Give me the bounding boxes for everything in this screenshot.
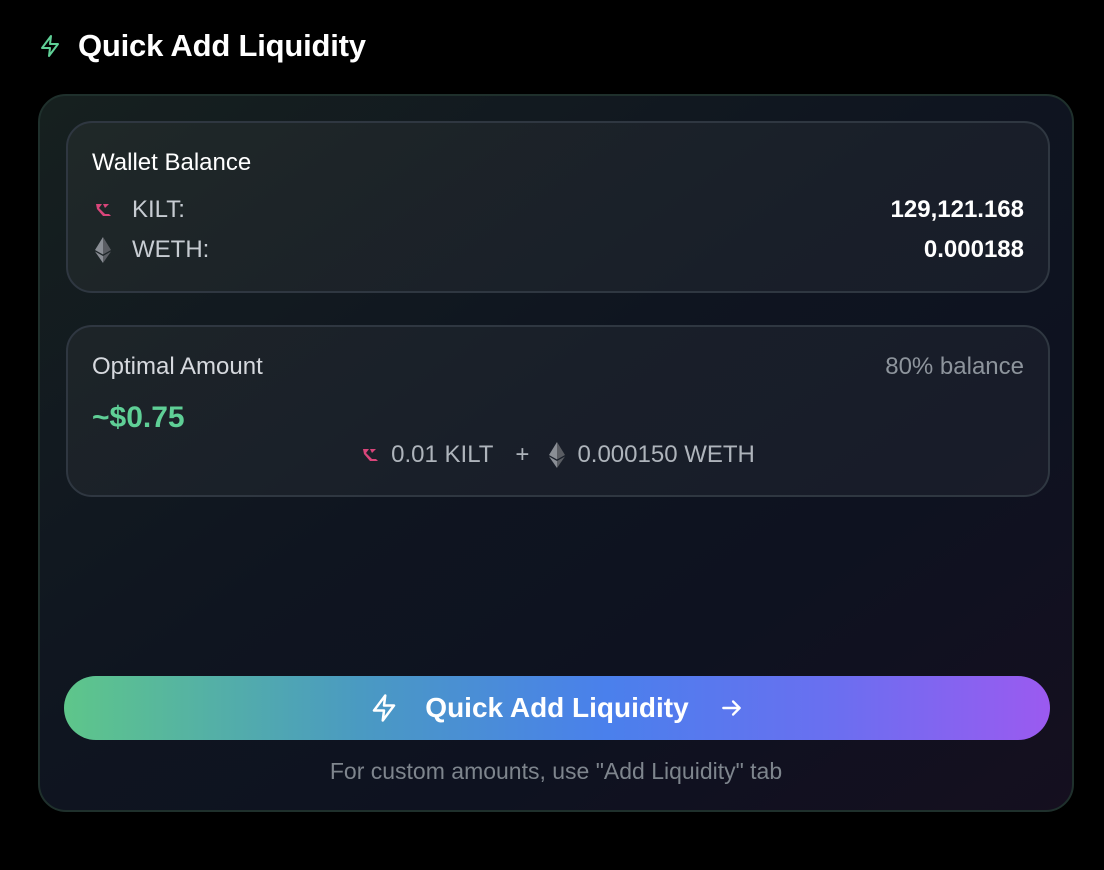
quick-add-card: Wallet Balance KILT: 129,121.168 WETH: 0… [38,94,1074,812]
quick-add-liquidity-button[interactable]: Quick Add Liquidity [64,676,1050,740]
weth-balance-row: WETH: 0.000188 [92,235,1024,265]
weth-balance-value: 0.000188 [923,236,1024,263]
wallet-balance-title: Wallet Balance [92,149,252,176]
weth-label: WETH: [132,236,210,263]
kilt-balance-value: 129,121.168 [890,196,1024,223]
page: Quick Add Liquidity Wallet Balance KILT:… [0,0,1104,870]
optimal-usd-value: ~$0.75 [92,401,185,434]
kilt-token-icon [92,203,114,217]
quick-add-liquidity-label: Quick Add Liquidity [425,692,689,723]
weth-amount: 0.000150 WETH [577,441,755,468]
kilt-token-icon [361,448,379,462]
header: Quick Add Liquidity [38,26,366,66]
balance-percentage: 80% balance [885,353,1024,380]
ethereum-icon [92,237,114,263]
lightning-icon [369,693,399,723]
token-pair-amounts: 0.01 KILT + 0.000150 WETH [68,439,1048,471]
optimal-amount-panel: Optimal Amount 80% balance ~$0.75 0.01 K… [66,325,1050,497]
wallet-balance-panel: Wallet Balance KILT: 129,121.168 WETH: 0… [66,121,1050,293]
kilt-balance-row: KILT: 129,121.168 [92,195,1024,225]
optimal-amount-title: Optimal Amount [92,353,263,380]
plus-sign: + [515,441,530,468]
custom-amounts-hint: For custom amounts, use "Add Liquidity" … [329,758,783,784]
kilt-label: KILT: [132,196,185,223]
kilt-amount: 0.01 KILT [391,441,494,468]
page-title: Quick Add Liquidity [78,28,366,63]
ethereum-icon [549,442,566,468]
lightning-icon [38,34,62,58]
arrow-right-icon [719,695,745,721]
